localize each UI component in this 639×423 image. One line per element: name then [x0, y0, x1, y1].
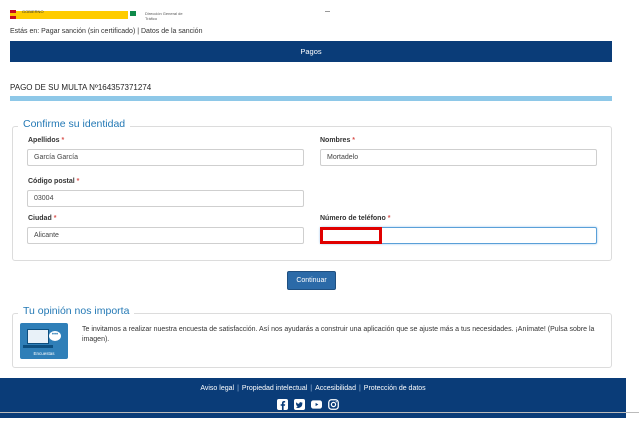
- codigo-postal-label: Código postal *: [28, 178, 80, 185]
- site-header: GOBIERNO Dirección General de Tráfico: [0, 0, 639, 22]
- survey-invitation-text: Te invitamos a realizar nuestra encuesta…: [82, 326, 595, 343]
- youtube-icon[interactable]: [311, 399, 322, 410]
- footer-links: Aviso legal | Propiedad intelectual | Accesi…: [200, 385, 426, 392]
- footer-link-accesibilidad[interactable]: Accesibilidad: [315, 385, 356, 392]
- survey-image-label: Encuestas: [33, 351, 55, 356]
- instagram-icon[interactable]: [328, 399, 339, 410]
- telefono-label: Número de teléfono *: [320, 215, 391, 222]
- chat-bubble-icon: •••: [49, 331, 61, 341]
- footer-link-aviso-legal[interactable]: Aviso legal: [200, 385, 234, 392]
- footer-link-proteccion-datos[interactable]: Protección de datos: [364, 385, 426, 392]
- survey-image[interactable]: ••• Encuestas: [20, 323, 68, 359]
- telefono-highlight-box: [320, 227, 382, 244]
- twitter-icon[interactable]: [294, 399, 305, 410]
- page-edge: [626, 378, 639, 423]
- footer-link-propiedad-intelectual[interactable]: Propiedad intelectual: [242, 385, 307, 392]
- identity-legend: Confirme su identidad: [18, 118, 131, 130]
- section-title-bar: Pagos: [10, 41, 612, 62]
- nombres-field[interactable]: Mortadelo: [320, 149, 597, 166]
- breadcrumb: Estás en: Pagar sanción (sin certificado…: [10, 28, 203, 35]
- codigo-postal-field[interactable]: 03004: [27, 190, 304, 207]
- ciudad-label: Ciudad *: [28, 215, 57, 222]
- continuar-button[interactable]: Continuar: [287, 271, 336, 290]
- ciudad-field[interactable]: Alicante: [27, 227, 304, 244]
- dgt-logo-icon: [130, 11, 136, 16]
- opinion-legend: Tu opinión nos importa: [18, 305, 135, 317]
- survey-monitor-icon: [27, 329, 49, 344]
- dgt-logo-text: Dirección General de Tráfico: [145, 11, 183, 21]
- nombres-label: Nombres *: [320, 137, 356, 144]
- survey-keyboard-icon: [23, 345, 53, 348]
- fine-title-rule: [10, 96, 612, 101]
- facebook-icon[interactable]: [277, 399, 288, 410]
- social-links: [277, 399, 339, 410]
- header-divider: [325, 11, 330, 12]
- apellidos-field[interactable]: García García: [27, 149, 304, 166]
- fine-title: PAGO DE SU MULTA Nº164357371274: [10, 83, 152, 92]
- apellidos-label: Apellidos *: [28, 137, 65, 144]
- government-logo-text: GOBIERNO: [22, 9, 44, 14]
- window-bottom-border: [0, 412, 639, 413]
